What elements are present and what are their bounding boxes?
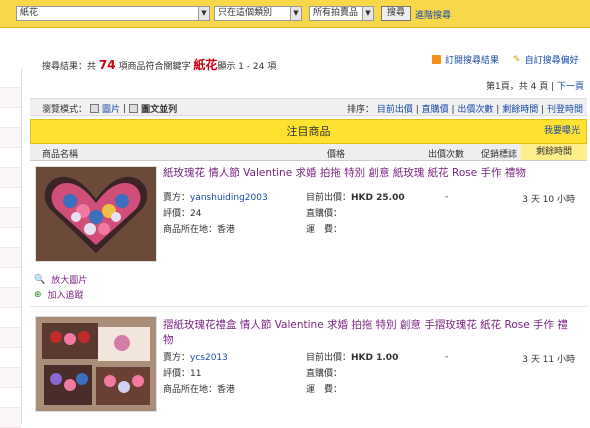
mode-picture-link[interactable]: 圖片	[102, 102, 120, 115]
save-preference-link[interactable]: 自訂搜尋偏好	[525, 53, 579, 66]
price-value: HKD 1.00	[351, 353, 399, 363]
seller-link[interactable]: ycs2013	[190, 353, 228, 363]
sort-listed[interactable]: 刊登時間	[547, 105, 583, 115]
result-middle: 項商品符合關鍵字	[118, 62, 191, 72]
mode-list-label: 圖文並列	[141, 105, 178, 115]
remaining-time: 3 天 10 小時	[522, 195, 575, 205]
list-item: 紙玫瑰花 情人節 Valentine 求婚 拍拖 特別 創意 紙玫瑰 紙花 Ro…	[30, 166, 587, 266]
result-suffix: 顯示 1 - 24 項	[217, 62, 277, 72]
bid-count: -	[445, 352, 449, 362]
search-button[interactable]: 搜尋	[381, 6, 411, 21]
location-value: 香港	[217, 225, 236, 235]
product-thumbnail[interactable]	[35, 316, 157, 412]
search-input[interactable]: 紙花 ▼	[16, 6, 210, 21]
subscribe-links: 訂閱搜尋結果 ✎ 自訂搜尋偏好	[432, 53, 579, 66]
sort-bids[interactable]: 出價次數	[457, 105, 493, 115]
subscribe-link[interactable]: 訂閱搜尋結果	[445, 53, 499, 66]
chevron-down-icon[interactable]: ▼	[290, 7, 301, 20]
price-label: 目前出價：	[306, 193, 352, 203]
pager: 第1頁，共 4 頁 | 下一頁	[486, 82, 584, 92]
rating-label: 評價：	[163, 209, 191, 219]
item-title-link[interactable]: 紙玫瑰花 情人節 Valentine 求婚 拍拖 特別 創意 紙玫瑰 紙花 Ro…	[163, 166, 578, 181]
search-bar: 紙花 ▼ 只在這個類別 ▼ 所有拍賣品 ▼ 搜尋 進階搜尋	[0, 0, 590, 28]
mode-separator: |	[123, 103, 127, 114]
seller-link[interactable]: yanshuiding2003	[190, 193, 268, 203]
sort-label: 排序：	[346, 105, 374, 115]
result-keyword: 紙花	[193, 58, 218, 72]
rating-label: 評價：	[163, 369, 191, 379]
price-value: HKD 25.00	[351, 193, 405, 203]
bid-count: -	[445, 192, 449, 202]
sort-current-bid[interactable]: 目前出價	[377, 105, 413, 115]
item-price-block: 目前出價：HKD 25.00 直購價： 運 費：	[306, 190, 405, 238]
page-info: 第1頁，共 4 頁	[486, 82, 549, 92]
next-page-link[interactable]: 下一頁	[557, 82, 584, 92]
col-bids: 出價次數	[428, 150, 465, 160]
left-sidebar	[0, 68, 22, 428]
remaining-time: 3 天 11 小時	[522, 355, 575, 365]
buy-price-label: 直購價：	[306, 369, 343, 379]
rss-icon	[432, 55, 441, 64]
item-meta: 賣方：yanshuiding2003 評價：24 商品所在地：香港	[163, 190, 268, 238]
shipping-label: 運 費：	[306, 385, 343, 395]
rating-value: 24	[190, 209, 202, 219]
scope-select[interactable]: 所有拍賣品 ▼	[309, 6, 374, 21]
item-title-link[interactable]: 摺紙玫瑰花禮盒 情人節 Valentine 求婚 拍拖 特別 創意 手摺玫瑰花 …	[163, 318, 578, 348]
chevron-down-icon[interactable]: ▼	[362, 7, 373, 20]
result-summary: 搜尋結果：共 74 項商品符合關鍵字 紙花顯示 1 - 24 項	[42, 56, 276, 73]
location-value: 香港	[217, 385, 236, 395]
search-input-value: 紙花	[20, 8, 39, 18]
col-price: 價格	[327, 150, 346, 160]
item-meta: 賣方：ycs2013 評價：11 商品所在地：香港	[163, 350, 235, 398]
product-thumbnail[interactable]	[35, 166, 157, 262]
price-label: 目前出價：	[306, 353, 352, 363]
featured-title: 注目商品	[286, 125, 331, 138]
pencil-icon: ✎	[513, 54, 521, 65]
featured-bar: 注目商品 我要曝光	[30, 119, 587, 144]
item-price-block: 目前出價：HKD 1.00 直購價： 運 費：	[306, 350, 398, 398]
magnifier-icon: 🔍	[34, 274, 46, 285]
promote-link[interactable]: 我要曝光	[544, 120, 580, 143]
rating-value: 11	[190, 369, 202, 379]
add-watch-icon: ⊕	[34, 289, 42, 300]
category-select-value: 只在這個類別	[218, 8, 273, 18]
sort-remaining[interactable]: 剩餘時間	[502, 105, 538, 115]
col-time[interactable]: 剩餘時間	[521, 144, 587, 160]
chevron-down-icon[interactable]: ▼	[198, 7, 209, 20]
rose-box-image	[36, 317, 156, 411]
browse-mode-label: 瀏覽模式：	[42, 105, 88, 115]
zoom-tool[interactable]: 🔍 放大圖片	[34, 273, 87, 287]
scope-select-value: 所有拍賣品	[313, 8, 359, 18]
list-item: 摺紙玫瑰花禮盒 情人節 Valentine 求婚 拍拖 特別 創意 手摺玫瑰花 …	[30, 316, 587, 424]
sort-buy-price[interactable]: 直購價	[422, 105, 449, 115]
buy-price-label: 直購價：	[306, 209, 343, 219]
browse-mode-bar: 瀏覽模式： 圖片 | 圖文並列 排序： 目前出價 | 直購價 | 出價次數 | …	[30, 98, 587, 116]
location-label: 商品所在地：	[163, 225, 218, 235]
category-select[interactable]: 只在這個類別 ▼	[214, 6, 302, 21]
result-prefix: 搜尋結果：共	[42, 62, 97, 72]
seller-label: 賣方：	[163, 193, 191, 203]
col-promo: 促銷標誌	[481, 150, 518, 160]
rose-box-image	[36, 167, 156, 261]
zoom-link[interactable]: 放大圖片	[51, 273, 87, 286]
col-name: 商品名稱	[42, 150, 79, 160]
advanced-search-link[interactable]: 進階搜尋	[415, 8, 451, 21]
shipping-label: 運 費：	[306, 225, 343, 235]
column-header: 商品名稱 價格 出價次數 促銷標誌 剩餘時間	[30, 144, 587, 161]
list-icon[interactable]	[129, 104, 139, 113]
seller-label: 賣方：	[163, 353, 191, 363]
grid-icon[interactable]	[90, 104, 100, 113]
watch-link[interactable]: 加入追蹤	[48, 288, 84, 301]
watch-tool[interactable]: ⊕ 加入追蹤	[34, 288, 84, 302]
result-count: 74	[98, 58, 116, 72]
location-label: 商品所在地：	[163, 385, 218, 395]
item-divider	[30, 306, 587, 307]
